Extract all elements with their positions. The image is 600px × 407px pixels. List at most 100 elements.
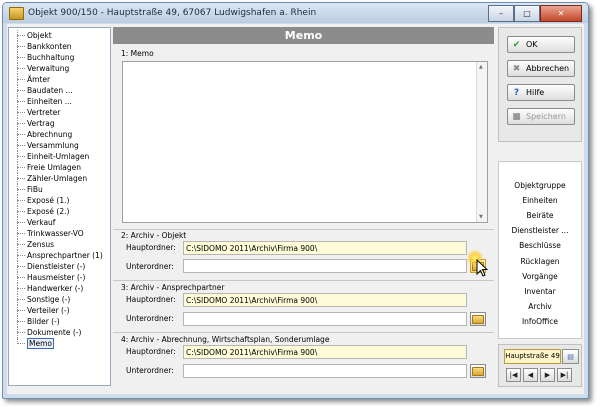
nav-item[interactable]: Zensus [13,239,110,250]
nav-item[interactable]: Einheiten ... [13,96,110,107]
save-button[interactable]: ■ Speichern [507,108,575,125]
page-title: Memo [113,27,494,44]
close-button[interactable]: ✕ [540,5,582,22]
nav-item[interactable]: Abrechnung [13,129,110,140]
last-record-button[interactable]: ▶| [557,368,572,382]
right-column: ✔ OK ✖ Abbrechen ? Hilfe ■ Speichern Obj… [498,27,582,387]
nav-item[interactable]: Exposé (1.) [13,195,110,206]
related-link[interactable]: Beschlüsse [499,241,581,250]
scroll-down-icon[interactable]: ▼ [479,214,483,220]
nav-item[interactable]: Bilder (-) [13,316,110,327]
nav-item-label: Abrechnung [27,130,73,139]
nav-item[interactable]: Ansprechpartner (1) [13,250,110,261]
nav-item-label: Zensus [27,240,55,249]
related-link[interactable]: Einheiten [499,196,581,205]
nav-item-label: Verteiler (-) [27,306,70,315]
archiv-abrechnung-label: 4: Archiv - Abrechnung, Wirtschaftsplan,… [121,335,330,344]
contacts-card-icon[interactable]: ▤ [562,349,579,364]
scroll-up-icon[interactable]: ▲ [479,64,483,70]
nav-item-label: Verkauf [27,218,56,227]
nav-item[interactable]: Sonstige (-) [13,294,110,305]
browse-folder-button[interactable] [470,364,486,378]
browse-folder-button[interactable] [470,312,486,326]
nav-item[interactable]: Vertrag [13,118,110,129]
client-area: Objekt Bankkonten Buchhaltung Verwaltung Ämt… [7,24,584,394]
nav-item-label: Zähler-Umlagen [27,174,88,183]
nav-item[interactable]: Versammlung [13,140,110,151]
checkmark-icon: ✔ [512,39,521,50]
nav-item-label: Buchhaltung [27,53,75,62]
nav-item[interactable]: Freie Umlagen [13,162,110,173]
help-question-icon: ? [513,87,520,98]
related-links-panel: Objektgruppe Einheiten Beiräte Dienstleiste… [498,161,582,339]
folder-icon [472,314,484,324]
next-record-button[interactable]: ▶ [540,368,555,382]
related-link[interactable]: Inventar [499,287,581,296]
hauptordner-field[interactable]: C:\SIDOMO 2011\Archiv\Firma 900\ [183,345,467,359]
nav-item[interactable]: Buchhaltung [13,52,110,63]
hauptordner-label: Hauptordner: [126,347,176,356]
nav-item[interactable]: Zähler-Umlagen [13,173,110,184]
nav-item[interactable]: Handwerker (-) [13,283,110,294]
nav-item-label: Dienstleister (-) [27,262,86,271]
folder-icon [472,366,484,376]
nav-item[interactable]: Objekt [13,30,110,41]
nav-item-label: Dokumente (-) [27,328,82,337]
action-button-panel: ✔ OK ✖ Abbrechen ? Hilfe ■ Speichern [498,27,582,142]
section-divider [113,332,494,333]
nav-item[interactable]: Verkauf [13,217,110,228]
unterordner-field[interactable] [183,259,467,273]
memo-scrollbar[interactable]: ▲ ▼ [476,62,487,222]
nav-item-label: Einheiten ... [27,97,72,106]
nav-item[interactable]: Ämter [13,74,110,85]
nav-item[interactable]: Hausmeister (-) [13,272,110,283]
nav-item[interactable]: Bankkonten [13,41,110,52]
ok-label: OK [526,40,538,49]
hauptordner-field[interactable]: C:\SIDOMO 2011\Archiv\Firma 900\ [183,241,467,255]
nav-item-label: Ämter [27,75,51,84]
related-link[interactable]: InfoOffice [499,317,581,326]
memo-label: 1: Memo [121,49,154,58]
minimize-button[interactable]: – [488,5,514,22]
title-bar[interactable]: Objekt 900/150 - Hauptstraße 49, 67067 L… [3,3,588,23]
cancel-x-icon: ✖ [512,63,521,74]
related-link[interactable]: Beiräte [499,211,581,220]
navigation-tree[interactable]: Objekt Bankkonten Buchhaltung Verwaltung Ämt… [8,27,111,386]
memo-panel: Memo 1: Memo ▲ ▼ 2: Archiv - Objekt Haup… [113,27,494,387]
nav-item-label: Exposé (1.) [27,196,70,205]
memo-textarea[interactable]: ▲ ▼ [122,61,488,223]
record-navigator: Hauptstraße 49 ▤ |◀ ◀ ▶ ▶| [498,344,582,387]
nav-item-label: Sonstige (-) [27,295,71,304]
nav-item[interactable]: Verwaltung [13,63,110,74]
nav-item[interactable]: Verteiler (-) [13,305,110,316]
nav-item[interactable]: Vertreter [13,107,110,118]
nav-item[interactable]: Dokumente (-) [13,327,110,338]
first-record-button[interactable]: |◀ [506,368,521,382]
unterordner-label: Unterordner: [126,366,174,375]
unterordner-field[interactable] [183,364,467,378]
nav-item[interactable]: FiBu [13,184,110,195]
help-button[interactable]: ? Hilfe [507,84,575,101]
nav-item[interactable]: Baudaten ... [13,85,110,96]
nav-item[interactable]: Trinkwasser-VO [13,228,110,239]
related-link[interactable]: Rücklagen [499,257,581,266]
nav-item[interactable]: Exposé (2.) [13,206,110,217]
nav-item[interactable]: Dienstleister (-) [13,261,110,272]
cancel-label: Abbrechen [526,64,570,73]
app-icon [9,6,24,20]
nav-item-label: Verwaltung [27,64,70,73]
related-link[interactable]: Objektgruppe [499,181,581,190]
hauptordner-field[interactable]: C:\SIDOMO 2011\Archiv\Firma 900\ [183,293,467,307]
cancel-button[interactable]: ✖ Abbrechen [507,60,575,77]
save-label: Speichern [526,112,566,121]
section-divider [113,229,494,230]
related-link[interactable]: Vorgänge [499,272,581,281]
related-link[interactable]: Archiv [499,302,581,311]
previous-record-button[interactable]: ◀ [523,368,538,382]
maximize-button[interactable]: □ [514,5,540,22]
nav-item[interactable]: Einheit-Umlagen [13,151,110,162]
ok-button[interactable]: ✔ OK [507,36,575,53]
related-link[interactable]: Dienstleister ... [499,226,581,235]
unterordner-field[interactable] [183,312,467,326]
nav-item[interactable]: Memo [13,338,110,349]
